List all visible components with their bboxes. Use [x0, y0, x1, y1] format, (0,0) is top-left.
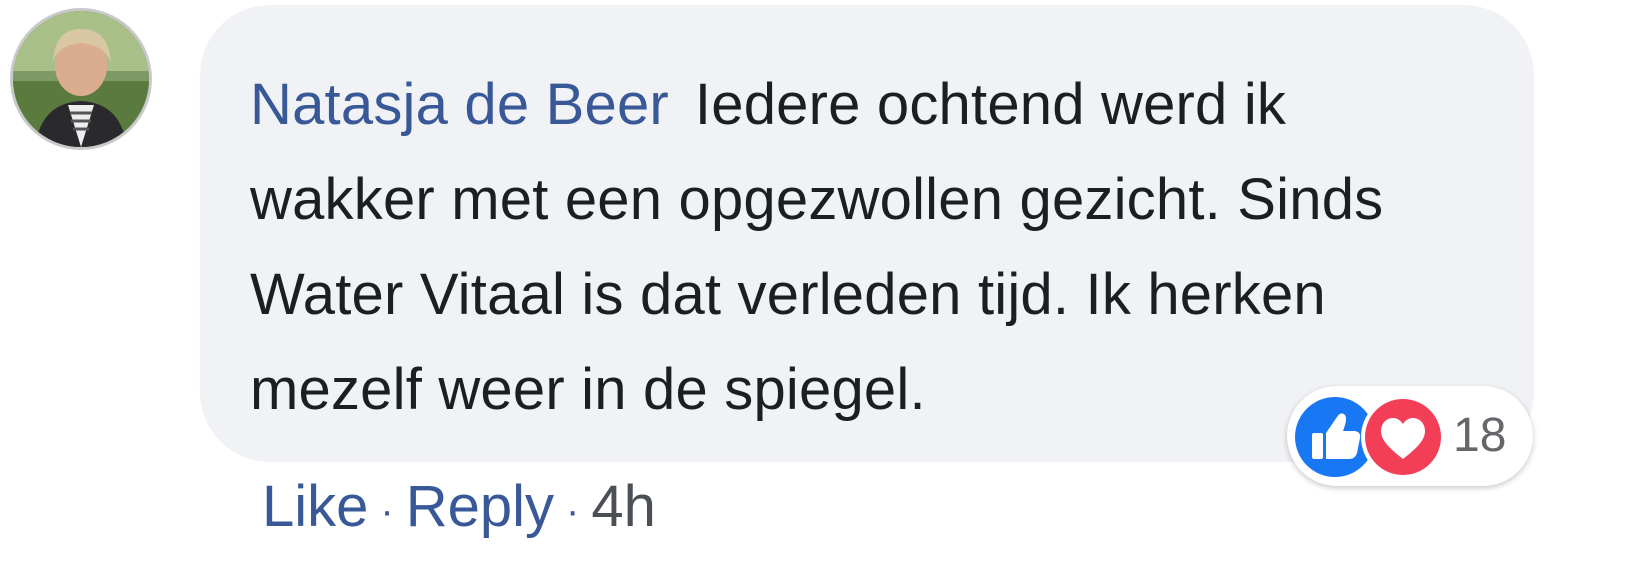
love-icon — [1361, 395, 1445, 479]
separator-dot: · — [380, 488, 394, 533]
reaction-count: 18 — [1453, 409, 1507, 462]
reply-button[interactable]: Reply — [406, 474, 554, 539]
comment-actions: Like · Reply · 4h — [262, 472, 656, 546]
avatar-photo — [13, 11, 149, 147]
reactions-summary[interactable]: 18 — [1287, 386, 1533, 486]
comment-body: Natasja de Beer Iedere ochtend werd ik wa… — [250, 57, 1474, 437]
timestamp[interactable]: 4h — [591, 474, 656, 539]
like-button[interactable]: Like — [262, 474, 368, 539]
separator-dot: · — [566, 488, 580, 533]
avatar[interactable] — [10, 8, 152, 150]
author-name[interactable]: Natasja de Beer — [250, 72, 669, 137]
